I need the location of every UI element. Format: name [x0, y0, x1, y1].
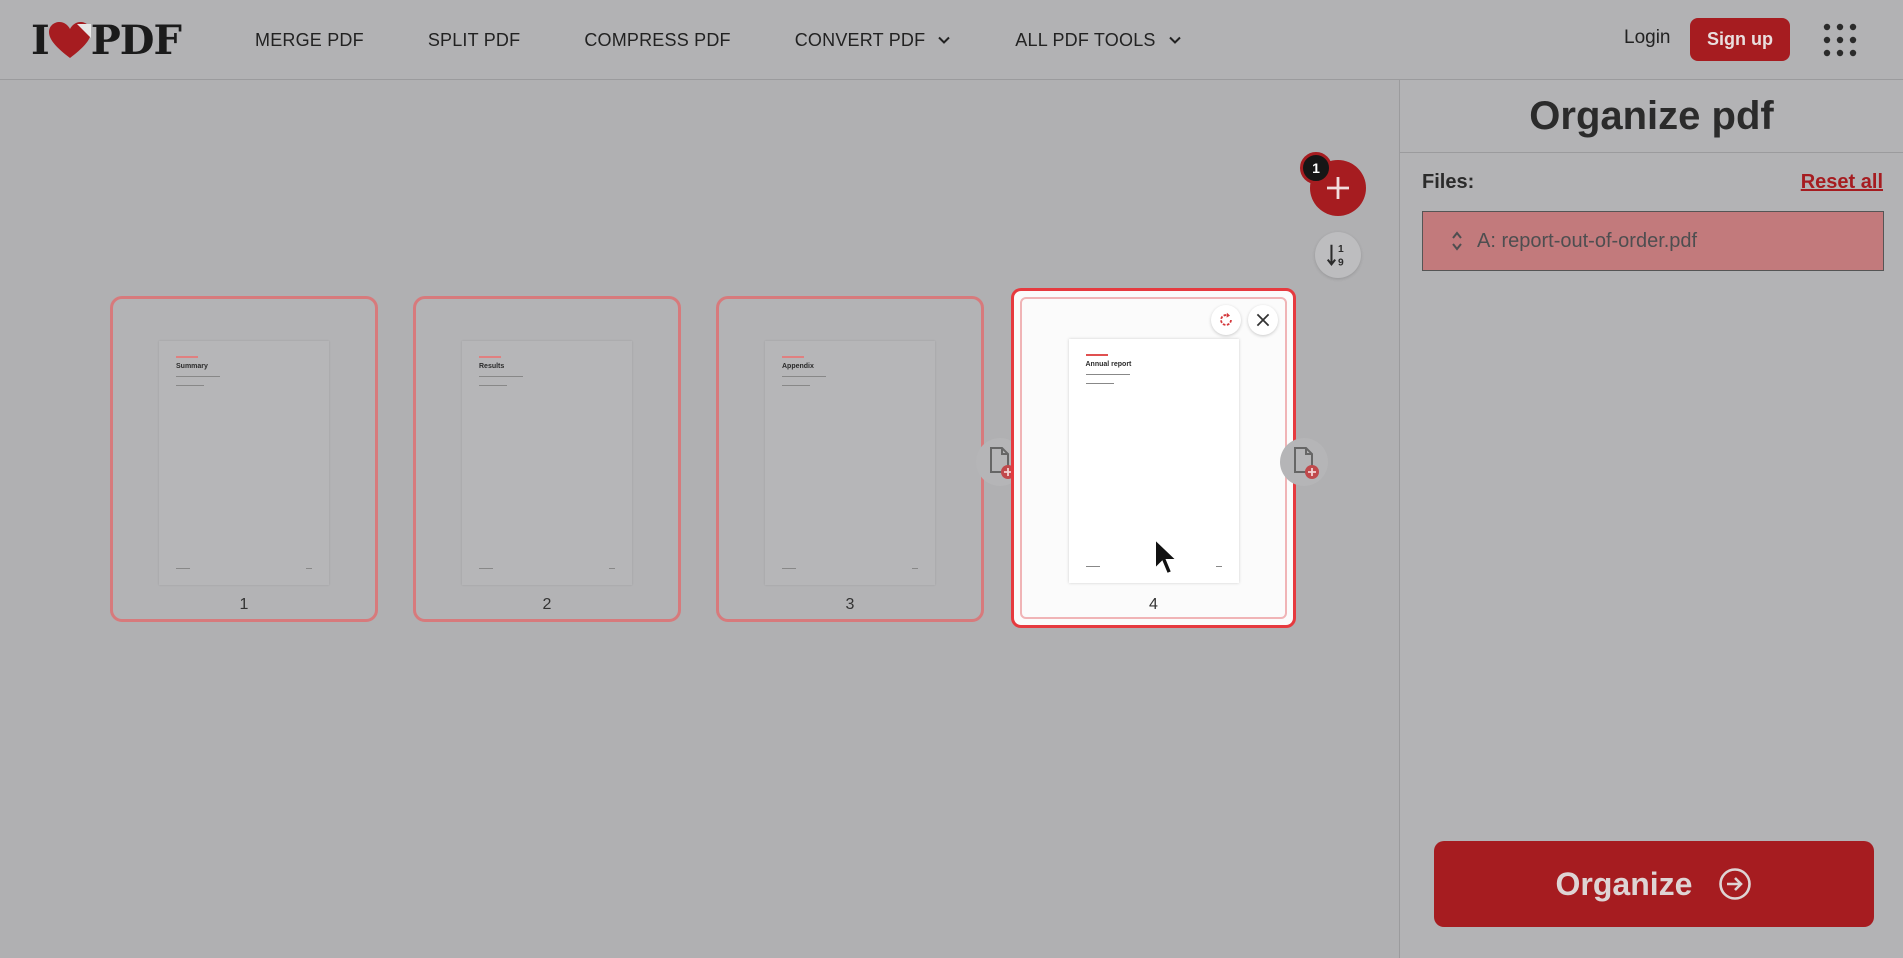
thumbnail-title: Appendix [782, 363, 814, 370]
sidebar-title: Organize pdf [1529, 94, 1774, 138]
file-list-item[interactable]: A: report-out-of-order.pdf [1422, 211, 1884, 271]
page-card-1[interactable]: Summary 1 [110, 296, 378, 622]
organize-label: Organize [1555, 865, 1693, 902]
sort-ascending-icon[interactable]: 1 9 [1315, 232, 1361, 278]
page-number: 1 [239, 596, 249, 613]
nav-label: CONVERT PDF [794, 29, 926, 50]
top-navbar: I PDF MERGE PDF SPLIT PDF COMPRESS PDF C… [0, 0, 1903, 80]
grid-icon[interactable] [1822, 22, 1858, 58]
file-count-badge: 1 [1300, 152, 1332, 184]
page-card-2[interactable]: Results 2 [413, 296, 681, 622]
file-add-icon [1294, 447, 1319, 479]
divider [1400, 152, 1903, 153]
nav-all-pdf-tools[interactable]: ALL PDF TOOLS [1015, 30, 1181, 51]
reset-all-link[interactable]: Reset all [1801, 171, 1883, 194]
options-sidebar: Organize pdf Files: Reset all A: report-… [1399, 80, 1903, 958]
nav-compress-pdf[interactable]: COMPRESS PDF [584, 30, 730, 51]
chevron-down-icon [1168, 36, 1181, 44]
main-nav: MERGE PDF SPLIT PDF COMPRESS PDF CONVERT… [255, 0, 1246, 80]
thumbnail-title: Annual report [1085, 361, 1132, 368]
nav-merge-pdf[interactable]: MERGE PDF [255, 30, 364, 51]
thumbnail-title: Summary [176, 363, 208, 370]
nav-label: MERGE PDF [255, 29, 364, 50]
drag-handle-icon[interactable] [1451, 230, 1463, 252]
insert-page-button[interactable] [1280, 438, 1328, 486]
page-card-3[interactable]: Appendix 3 [716, 296, 984, 622]
nav-split-pdf[interactable]: SPLIT PDF [428, 30, 521, 51]
rotate-icon[interactable] [1211, 305, 1241, 335]
organize-button[interactable]: Organize [1434, 841, 1874, 927]
login-link[interactable]: Login [1624, 27, 1671, 49]
heart-icon [47, 20, 93, 60]
arrow-right-circle-icon [1719, 868, 1752, 900]
svg-text:9: 9 [1338, 257, 1344, 268]
pages-workspace: Summary 1 Results 2 Appendix 3 Annual re… [0, 80, 1399, 958]
chevron-down-icon [938, 36, 951, 44]
svg-text:1: 1 [1338, 244, 1344, 255]
page-thumbnail: Appendix [765, 341, 935, 585]
ilovepdf-logo[interactable]: I PDF [31, 16, 182, 64]
page-number: 2 [542, 596, 552, 613]
close-icon[interactable] [1248, 305, 1278, 335]
nav-convert-pdf[interactable]: CONVERT PDF [795, 30, 952, 51]
nav-label: ALL PDF TOOLS [1015, 29, 1156, 50]
page-number: 4 [1149, 596, 1158, 613]
nav-label: SPLIT PDF [427, 29, 521, 50]
thumbnail-title: Results [479, 363, 505, 370]
nav-label: COMPRESS PDF [584, 29, 731, 50]
mouse-cursor-icon [1154, 537, 1180, 576]
file-name: A: report-out-of-order.pdf [1477, 229, 1698, 252]
signup-button[interactable]: Sign up [1690, 18, 1790, 61]
page-thumbnail: Summary [159, 341, 329, 585]
logo-text-pdf: PDF [90, 16, 182, 64]
page-thumbnail: Results [462, 341, 632, 585]
page-number: 3 [845, 596, 855, 613]
files-label: Files: [1422, 171, 1475, 193]
